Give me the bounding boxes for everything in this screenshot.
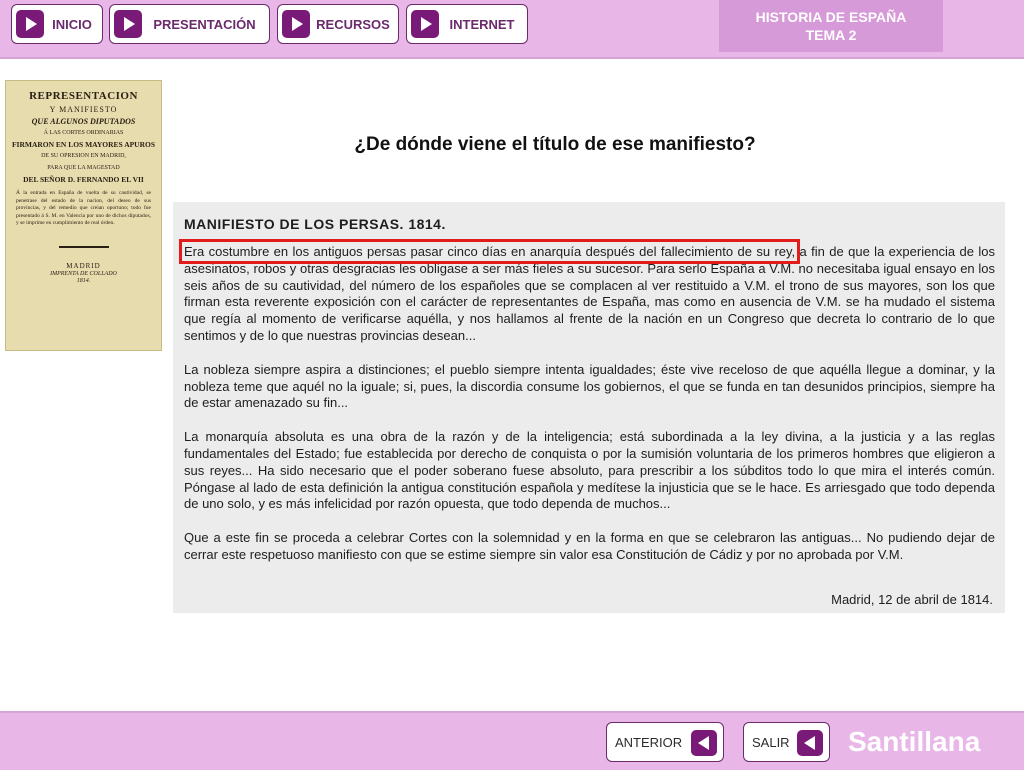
cover-line: FIRMARON EN LOS MAYORES APUROS	[11, 140, 156, 149]
course-title: HISTORIA DE ESPAÑA	[755, 9, 907, 25]
document-paragraph: Era costumbre en los antiguos persas pas…	[178, 239, 995, 345]
anterior-button[interactable]: ANTERIOR	[606, 722, 724, 762]
question-heading: ¿De dónde viene el título de ese manifie…	[354, 134, 756, 155]
presentacion-button[interactable]: PRESENTACIÓN	[109, 4, 270, 44]
document-signature: Madrid, 12 de abril de 1814.	[831, 592, 993, 607]
play-arrow-icon	[411, 10, 439, 38]
cover-line: Á LAS CORTES ORDINARIAS	[43, 130, 124, 136]
cover-line: 1814.	[76, 277, 91, 284]
recursos-label: RECURSOS	[316, 16, 390, 32]
play-arrow-icon	[114, 10, 142, 38]
cover-line: REPRESENTACION	[29, 90, 138, 102]
cover-line: QUE ALGUNOS DIPUTADOS	[31, 117, 136, 126]
document-paragraph: La nobleza siempre aspira a distinciones…	[184, 361, 995, 411]
cover-line: DE SU OPRESION EN MADRID,	[41, 153, 126, 159]
inicio-label: INICIO	[52, 16, 92, 32]
document-paragraph: Que a este fin se proceda a celebrar Cor…	[184, 530, 995, 562]
manifesto-cover-image: REPRESENTACION Y MANIFIESTO QUE ALGUNOS …	[5, 80, 162, 351]
internet-label: INTERNET	[449, 16, 515, 32]
document-title: MANIFIESTO DE LOS PERSAS. 1814.	[184, 216, 446, 232]
presentacion-label: PRESENTACIÓN	[153, 16, 256, 32]
cover-ornament	[58, 245, 109, 248]
cover-line: MADRID	[66, 261, 101, 270]
cover-line: Y MANIFIESTO	[49, 105, 118, 114]
santillana-logo: Santillana	[848, 726, 981, 757]
anterior-label: ANTERIOR	[615, 734, 683, 750]
inicio-button[interactable]: INICIO	[11, 4, 103, 44]
highlighted-sentence: Era costumbre en los antiguos persas pas…	[178, 239, 801, 264]
course-title-box: HISTORIA DE ESPAÑA TEMA 2	[719, 0, 943, 52]
play-arrow-icon	[16, 10, 44, 38]
play-arrow-icon	[282, 10, 310, 38]
internet-button[interactable]: INTERNET	[406, 4, 528, 44]
recursos-button[interactable]: RECURSOS	[277, 4, 399, 44]
salir-button[interactable]: SALIR	[743, 722, 830, 762]
manifesto-document: MANIFIESTO DE LOS PERSAS. 1814. Era cost…	[173, 202, 1005, 613]
course-topic: TEMA 2	[805, 27, 857, 43]
cover-line: IMPRENTA DE COLLADO	[50, 270, 117, 277]
salir-label: SALIR	[752, 734, 790, 750]
document-paragraph: La monarquía absoluta es una obra de la …	[184, 429, 995, 512]
cover-line: Á la entrada en España de vuelta de su c…	[16, 190, 151, 226]
back-arrow-icon	[797, 730, 823, 756]
cover-line: PARA QUE LA MAGESTAD	[47, 165, 120, 171]
back-arrow-icon	[691, 730, 717, 756]
cover-line: DEL SEÑOR D. FERNANDO EL VII	[23, 175, 144, 184]
